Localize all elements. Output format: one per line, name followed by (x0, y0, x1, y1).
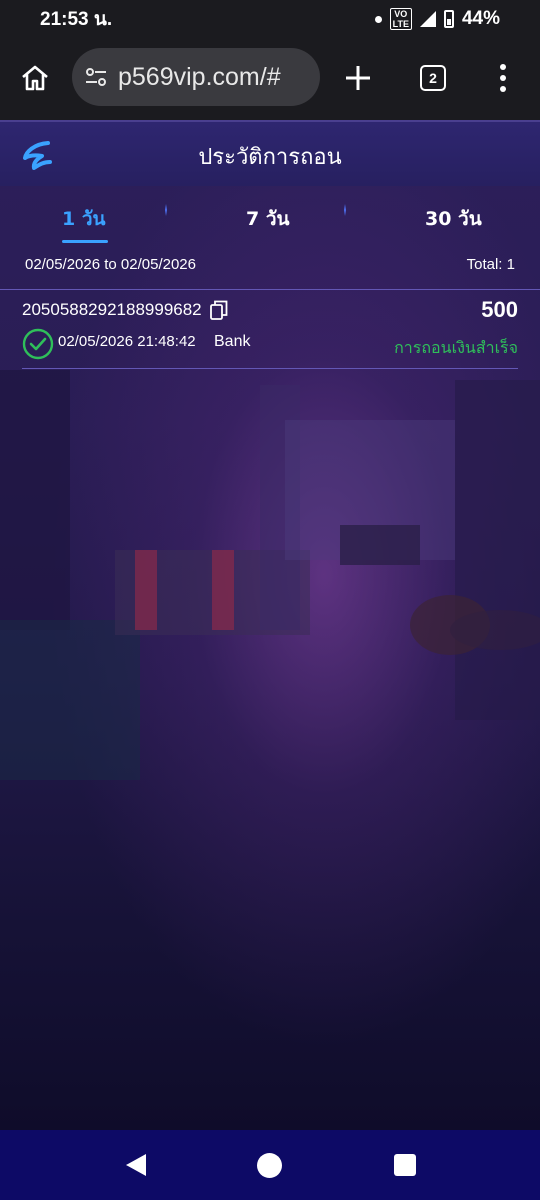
site-settings-icon[interactable] (84, 65, 108, 89)
system-nav-bar (0, 1130, 540, 1200)
divider (0, 289, 540, 290)
nav-back-icon[interactable] (124, 1152, 148, 1178)
transaction-method: Bank (214, 333, 251, 350)
transaction-id-row: 2050588292188999682 (22, 300, 228, 320)
address-bar[interactable]: p569vip.com/# (72, 48, 320, 106)
tab-switcher-button[interactable]: 2 (420, 65, 446, 91)
date-range: 02/05/2026 to 02/05/2026 (25, 256, 196, 273)
nav-home-icon[interactable] (257, 1153, 282, 1178)
status-bar: 21:53 น. VO LTE 44% (0, 0, 540, 38)
signal-icon (419, 11, 436, 27)
total-count: Total: 1 (466, 256, 515, 273)
tab-1-day[interactable]: 1 วัน (62, 204, 106, 234)
more-menu-icon[interactable] (500, 64, 506, 92)
volte-icon: VO LTE (389, 8, 412, 30)
tab-count: 2 (429, 70, 437, 86)
battery-icon (443, 10, 454, 28)
nav-recents-icon[interactable] (394, 1154, 416, 1176)
new-tab-icon[interactable] (344, 64, 372, 92)
app-content: ประวัติการถอน 1 วัน 7 วัน 30 วัน 02/05/2… (0, 120, 540, 1130)
battery-percent: 44% (461, 8, 500, 29)
url-text: p569vip.com/# (118, 62, 281, 91)
home-icon[interactable] (20, 63, 50, 93)
period-tabs: 1 วัน 7 วัน 30 วัน (0, 186, 540, 248)
page-title: ประวัติการถอน (198, 145, 342, 170)
transaction-amount: 500 (481, 297, 518, 322)
active-tab-indicator (62, 240, 108, 243)
page-header: ประวัติการถอน (0, 120, 540, 186)
summary-row: 02/05/2026 to 02/05/2026 Total: 1 (25, 256, 515, 273)
notification-dot-icon (374, 15, 382, 23)
transaction-id: 2050588292188999682 (22, 300, 202, 319)
divider (22, 368, 518, 369)
copy-icon[interactable] (209, 300, 228, 320)
transaction-datetime: 02/05/2026 21:48:42 (58, 333, 196, 350)
list-item: 2050588292188999682 500 02/05/2026 21:48… (22, 292, 518, 368)
browser-toolbar: p569vip.com/# 2 (0, 38, 540, 120)
status-icons: VO LTE 44% (374, 8, 500, 30)
status-time: 21:53 น. (40, 9, 113, 30)
tab-7-days[interactable]: 7 วัน (246, 204, 290, 234)
tab-separator (165, 204, 167, 216)
success-check-icon (22, 328, 54, 360)
tab-30-days[interactable]: 30 วัน (425, 204, 482, 234)
transaction-status: การถอนเงินสำเร็จ (394, 338, 518, 357)
tab-separator (344, 204, 346, 216)
